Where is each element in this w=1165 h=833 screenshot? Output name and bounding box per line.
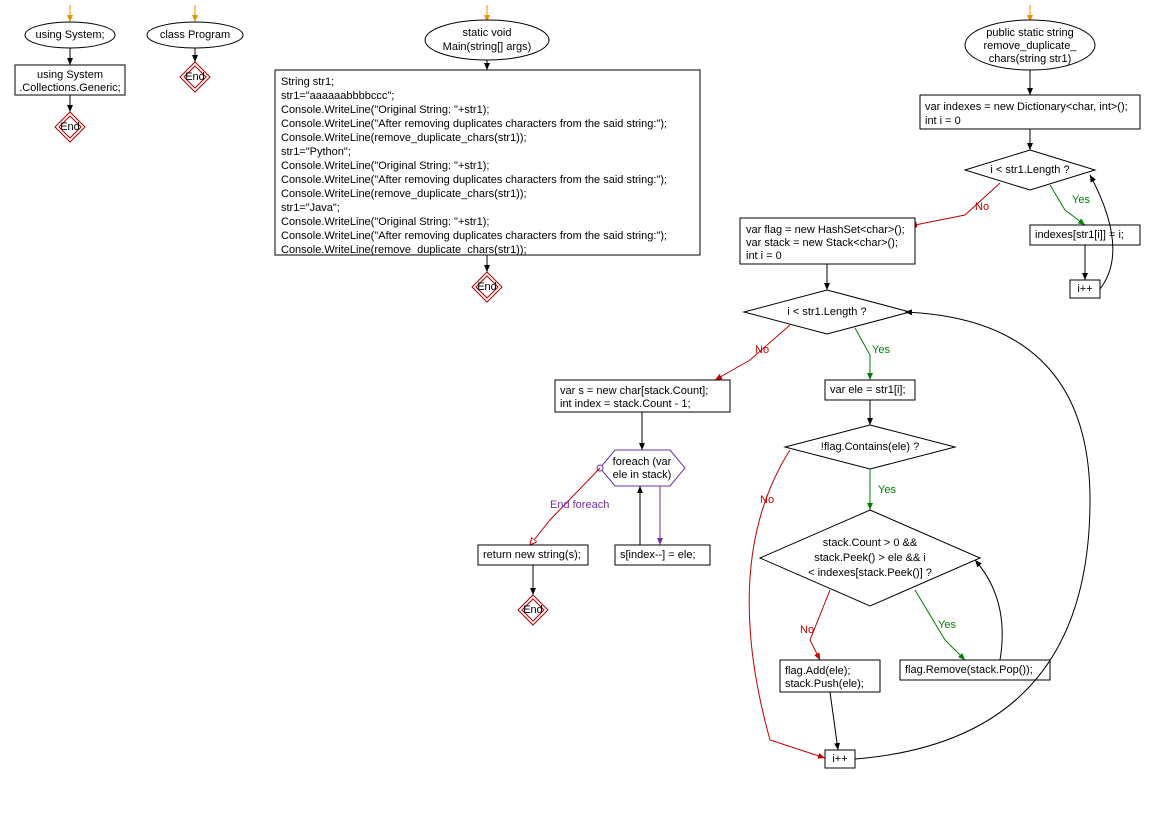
label-no-4: No: [800, 624, 814, 636]
svg-text:str1="Python";: str1="Python";: [281, 146, 351, 158]
label-main-h2: Main(string[] args): [443, 41, 532, 53]
svg-text:int index = stack.Count - 1;: int index = stack.Count - 1;: [560, 398, 691, 410]
group-using-system: using System; using System .Collections.…: [15, 5, 125, 142]
svg-text:String str1;: String str1;: [281, 76, 334, 88]
svg-text:Console.WriteLine(remove_dupli: Console.WriteLine(remove_duplicate_chars…: [281, 132, 527, 144]
label-no-3: No: [760, 494, 774, 506]
svg-text:int i = 0: int i = 0: [925, 115, 961, 127]
svg-text:str1="aaaaaabbbbccc";: str1="aaaaaabbbbccc";: [281, 90, 394, 102]
node-end-2: End: [180, 62, 210, 92]
svg-text:foreach (var: foreach (var: [613, 456, 672, 468]
svg-text:i < str1.Length ?: i < str1.Length ?: [990, 164, 1069, 176]
svg-text:flag.Add(ele);: flag.Add(ele);: [785, 665, 850, 677]
svg-text:ele in stack): ele in stack): [613, 469, 672, 481]
group-class-program: class Program End: [147, 5, 243, 92]
svg-text:i < str1.Length ?: i < str1.Length ?: [787, 306, 866, 318]
svg-text:stack.Count > 0 &&: stack.Count > 0 &&: [823, 537, 918, 549]
label-no-1: No: [975, 201, 989, 213]
svg-text:End: End: [60, 121, 80, 133]
svg-text:public static string: public static string: [986, 27, 1073, 39]
svg-text:Console.WriteLine("After remov: Console.WriteLine("After removing duplic…: [281, 230, 667, 242]
svg-text:Console.WriteLine("Original St: Console.WriteLine("Original String: "+st…: [281, 104, 489, 116]
svg-text:remove_duplicate_: remove_duplicate_: [984, 40, 1078, 52]
label-main-h1: static void: [463, 27, 512, 39]
svg-text:flag.Remove(stack.Pop());: flag.Remove(stack.Pop());: [905, 664, 1033, 676]
svg-text:End: End: [523, 604, 543, 616]
svg-text:i++: i++: [832, 753, 847, 765]
label-yes-3: Yes: [878, 484, 896, 496]
svg-text:End: End: [185, 71, 205, 83]
node-end-4: End: [518, 595, 548, 625]
label-class-program: class Program: [160, 29, 230, 41]
label-coll-gen-2: .Collections.Generic;: [19, 82, 121, 94]
node-end-3: End: [472, 272, 502, 302]
svg-text:End: End: [477, 281, 497, 293]
svg-text:var flag = new HashSet<char>(): var flag = new HashSet<char>();: [746, 224, 905, 236]
svg-text:Console.WriteLine("Original St: Console.WriteLine("Original String: "+st…: [281, 160, 489, 172]
svg-text:Console.WriteLine(remove_dupli: Console.WriteLine(remove_duplicate_chars…: [281, 244, 527, 256]
svg-text:< indexes[stack.Peek()] ?: < indexes[stack.Peek()] ?: [808, 567, 932, 579]
svg-text:Console.WriteLine("After remov: Console.WriteLine("After removing duplic…: [281, 174, 667, 186]
svg-text:stack.Peek() > ele && i: stack.Peek() > ele && i: [814, 552, 926, 564]
svg-text:Console.WriteLine(remove_dupli: Console.WriteLine(remove_duplicate_chars…: [281, 188, 527, 200]
svg-text:var indexes = new Dictionary<c: var indexes = new Dictionary<char, int>(…: [925, 101, 1128, 113]
svg-text:i++: i++: [1077, 283, 1092, 295]
svg-text:!flag.Contains(ele) ?: !flag.Contains(ele) ?: [821, 441, 919, 453]
svg-text:int i = 0: int i = 0: [746, 250, 782, 262]
label-yes-1: Yes: [1072, 194, 1090, 206]
label-yes-2: Yes: [872, 344, 890, 356]
group-main: static void Main(string[] args) String s…: [275, 5, 700, 302]
svg-text:s[index--] = ele;: s[index--] = ele;: [620, 549, 696, 561]
svg-text:var stack = new Stack<char>();: var stack = new Stack<char>();: [746, 237, 898, 249]
label-no-2: No: [755, 344, 769, 356]
svg-text:Console.WriteLine("Original St: Console.WriteLine("Original String: "+st…: [281, 216, 489, 228]
svg-text:var ele = str1[i];: var ele = str1[i];: [830, 384, 906, 396]
label-coll-gen-1: using System: [37, 69, 103, 81]
svg-text:return new string(s);: return new string(s);: [483, 549, 581, 561]
label-using-system: using System;: [35, 29, 104, 41]
svg-text:Console.WriteLine("After remov: Console.WriteLine("After removing duplic…: [281, 118, 667, 130]
label-yes-4: Yes: [938, 619, 956, 631]
svg-text:stack.Push(ele);: stack.Push(ele);: [785, 678, 864, 690]
svg-text:var s = new char[stack.Count];: var s = new char[stack.Count];: [560, 385, 708, 397]
svg-text:chars(string str1): chars(string str1): [989, 53, 1072, 65]
svg-text:str1="Java";: str1="Java";: [281, 202, 340, 214]
node-end-1: End: [55, 112, 85, 142]
label-end-foreach: End foreach: [550, 499, 609, 511]
